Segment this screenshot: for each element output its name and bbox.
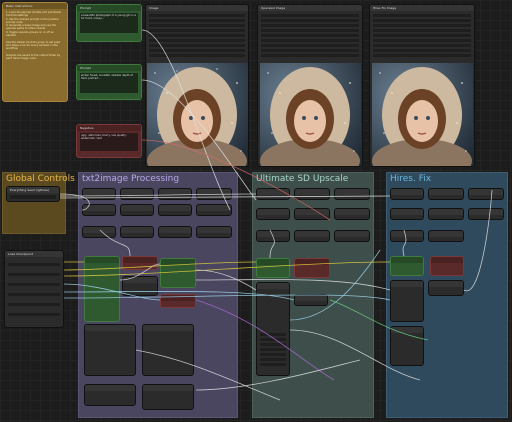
upscale-settings-node[interactable] — [334, 188, 370, 200]
upscaled-portrait-image — [259, 63, 362, 166]
hires-settings-node[interactable] — [390, 230, 424, 242]
upscale-settings-node[interactable] — [294, 230, 330, 242]
hires-settings-node[interactable] — [468, 208, 504, 220]
node-title: Prompt — [77, 65, 141, 71]
hires-ksampler-node[interactable] — [390, 280, 424, 322]
upscale-settings-node[interactable] — [294, 188, 330, 200]
upscale-settings-node[interactable] — [256, 208, 290, 220]
style-prompt-node[interactable]: Prompt winter forest, snowfall, shallow … — [76, 64, 142, 100]
node-title: Load Checkpoint — [5, 251, 63, 257]
prompt-text[interactable]: a beautiful photograph of a young girl i… — [80, 13, 138, 33]
preview-image-node-3[interactable]: Hires Fix Image — [369, 4, 475, 167]
positive-prompt-node[interactable]: Prompt a beautiful photograph of a young… — [76, 4, 142, 42]
hires-portrait-image — [371, 63, 474, 166]
conditioning-node[interactable] — [122, 256, 158, 270]
prompt-text[interactable]: ugly, deformed, blurry, low quality, wat… — [80, 133, 138, 151]
portrait-illustration — [372, 63, 473, 166]
checkpoint-loader-node[interactable]: Load Checkpoint — [4, 250, 64, 328]
instructions-text: 1. Load all required models and set Glob… — [6, 11, 61, 61]
node-title: Image — [146, 5, 248, 11]
node-title: Everything Seed (rgthree) — [7, 187, 59, 193]
instructions-note-node[interactable]: Basic Instructions 1. Load all required … — [2, 2, 68, 102]
portrait-illustration — [260, 63, 361, 166]
sampler-settings-node[interactable] — [158, 226, 192, 238]
vae-decode-node[interactable] — [160, 258, 196, 288]
hires-negative-node[interactable] — [430, 256, 464, 276]
prompt-text[interactable]: winter forest, snowfall, shallow depth o… — [80, 73, 138, 93]
hires-settings-node[interactable] — [468, 188, 504, 200]
sampler-settings-node[interactable] — [120, 226, 154, 238]
model-loader-node[interactable] — [82, 204, 116, 216]
hires-upscale-node[interactable] — [428, 280, 464, 296]
sampler-settings-node[interactable] — [120, 204, 154, 216]
global-seed-node[interactable]: Everything Seed (rgthree) — [6, 186, 60, 202]
sampler-settings-node[interactable] — [158, 188, 192, 200]
usd-positive-node[interactable] — [256, 258, 290, 278]
save-image-node[interactable] — [84, 384, 136, 406]
ultimate-sd-upscale-node[interactable] — [256, 282, 290, 376]
sampler-settings-node[interactable] — [196, 188, 232, 200]
preview-image-node-2[interactable]: Upscaled Image — [257, 4, 363, 167]
upscale-settings-node[interactable] — [334, 208, 370, 220]
model-loader-node[interactable] — [82, 226, 116, 238]
hires-settings-node[interactable] — [428, 230, 464, 242]
node-title: Hires Fix Image — [370, 5, 474, 11]
hires-settings-node[interactable] — [390, 208, 424, 220]
model-loader-node[interactable] — [82, 188, 116, 200]
node-title: Negative — [77, 125, 141, 131]
generated-portrait-image — [147, 63, 248, 166]
sampler-settings-node[interactable] — [120, 188, 154, 200]
upscale-settings-node[interactable] — [256, 230, 290, 242]
hires-settings-node[interactable] — [428, 188, 464, 200]
conditioning-node[interactable] — [160, 294, 196, 308]
group-global-controls[interactable]: Global Controls — [2, 172, 75, 234]
negative-prompt-node[interactable]: Negative ugly, deformed, blurry, low qua… — [76, 124, 142, 158]
preview-image-node-1[interactable]: Image — [145, 4, 249, 167]
hires-decode-node[interactable] — [390, 326, 424, 366]
ksampler-node[interactable] — [84, 256, 120, 322]
upscale-settings-node[interactable] — [256, 188, 290, 200]
hires-settings-node[interactable] — [428, 208, 464, 220]
sampler-settings-node[interactable] — [196, 204, 232, 216]
group-title: Ultimate SD Upscale — [256, 174, 349, 184]
upscale-settings-node[interactable] — [294, 208, 330, 220]
hires-positive-node[interactable] — [390, 256, 424, 276]
latent-node[interactable] — [122, 276, 158, 296]
image-preview-small[interactable] — [84, 324, 136, 376]
save-image-node[interactable] — [142, 384, 194, 410]
usd-negative-node[interactable] — [294, 258, 330, 278]
group-title: Hires. Fix — [390, 174, 432, 184]
node-title: Upscaled Image — [258, 5, 362, 11]
node-title: Prompt — [77, 5, 141, 11]
image-preview-small[interactable] — [142, 324, 194, 376]
upscale-settings-node[interactable] — [334, 230, 370, 242]
sampler-settings-node[interactable] — [158, 204, 192, 216]
sampler-settings-node[interactable] — [196, 226, 232, 238]
group-title: txt2image Processing — [82, 174, 180, 184]
upscale-model-node[interactable] — [294, 294, 328, 306]
hires-settings-node[interactable] — [390, 188, 424, 200]
portrait-illustration — [147, 63, 248, 166]
group-title: Global Controls — [6, 174, 75, 184]
seed-widget[interactable] — [10, 195, 56, 199]
